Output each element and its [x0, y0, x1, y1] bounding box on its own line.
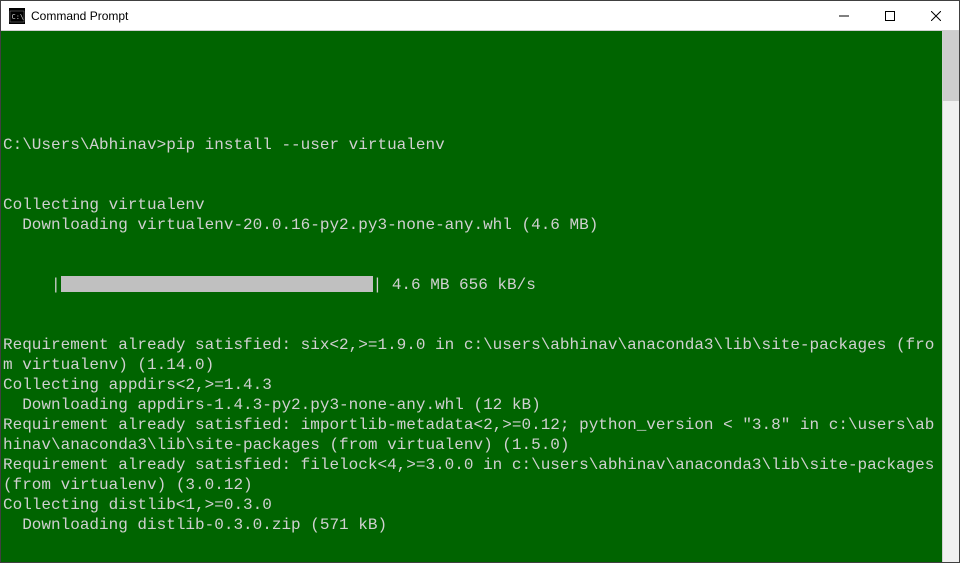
maximize-button[interactable] — [867, 1, 913, 31]
blank-line — [3, 75, 940, 95]
prompt-path: C:\Users\Abhinav> — [3, 136, 166, 154]
terminal-line: Collecting virtualenv — [3, 195, 940, 215]
close-button[interactable] — [913, 1, 959, 31]
window-controls — [821, 1, 959, 31]
window-title: Command Prompt — [31, 9, 128, 23]
command-text: pip install --user virtualenv — [166, 136, 444, 154]
titlebar: C:\ Command Prompt — [1, 1, 959, 31]
terminal-area: C:\Users\Abhinav>pip install --user virt… — [1, 31, 959, 562]
terminal-line: Collecting appdirs<2,>=1.4.3 — [3, 375, 940, 395]
cmd-icon: C:\ — [9, 8, 25, 24]
terminal-line: Downloading virtualenv-20.0.16-py2.py3-n… — [3, 215, 940, 235]
terminal-line: Requirement already satisfied: importlib… — [3, 415, 940, 455]
terminal[interactable]: C:\Users\Abhinav>pip install --user virt… — [1, 31, 942, 562]
terminal-line: Requirement already satisfied: six<2,>=1… — [3, 335, 940, 375]
svg-text:C:\: C:\ — [12, 13, 25, 21]
progress-suffix: | 4.6 MB 656 kB/s — [373, 275, 536, 295]
vertical-scrollbar[interactable] — [942, 31, 959, 562]
command-prompt-window: C:\ Command Prompt C:\Users\Abhinav>pip … — [0, 0, 960, 563]
progress-indent: | — [3, 275, 61, 295]
terminal-line: Downloading distlib-0.3.0.zip (571 kB) — [3, 515, 940, 535]
terminal-line: Requirement already satisfied: filelock<… — [3, 455, 940, 495]
prompt-line: C:\Users\Abhinav>pip install --user virt… — [3, 135, 940, 155]
minimize-button[interactable] — [821, 1, 867, 31]
terminal-line: Downloading appdirs-1.4.3-py2.py3-none-a… — [3, 395, 940, 415]
progress-bar-fill — [61, 276, 373, 292]
progress-bar-line: | | 4.6 MB 656 kB/s — [3, 275, 940, 295]
terminal-line: Collecting distlib<1,>=0.3.0 — [3, 495, 940, 515]
scroll-thumb[interactable] — [943, 31, 959, 101]
